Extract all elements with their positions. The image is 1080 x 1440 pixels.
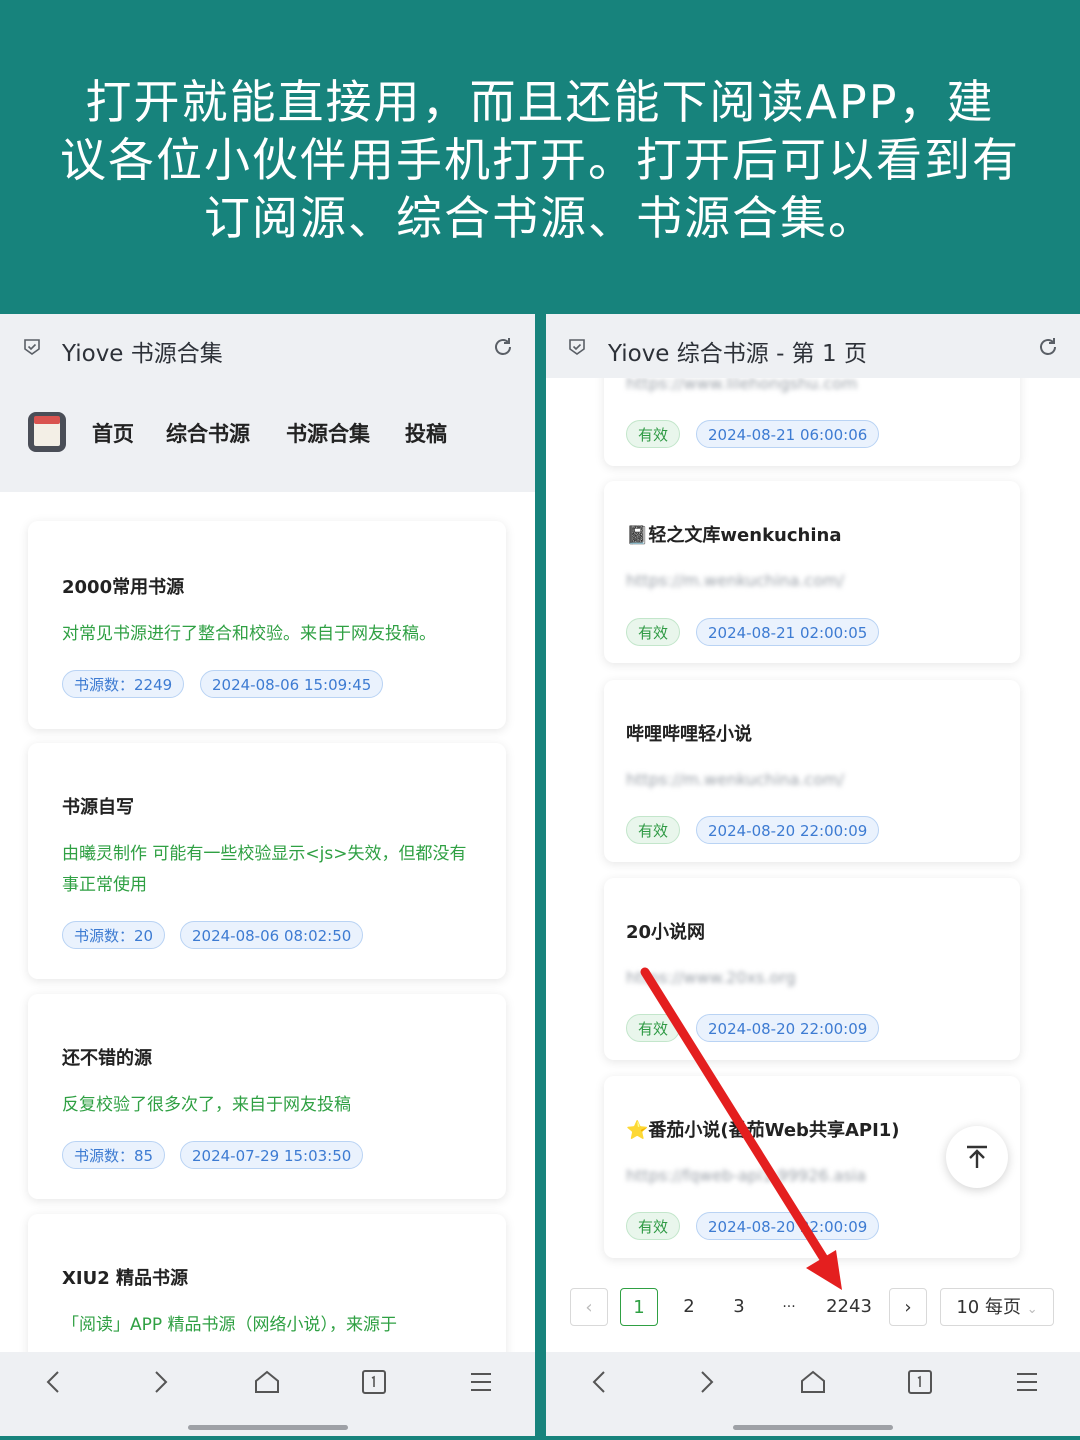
site-logo[interactable] [28, 412, 66, 452]
caption-line-2: 议各位小伙伴用手机打开。打开后可以看到有 [60, 133, 1020, 187]
source-count-badge: 书源数：2249 [62, 670, 185, 698]
page-ellipsis[interactable]: ··· [770, 1288, 808, 1326]
source-card[interactable]: 20小说网 https://www.20xs.org 有效 2024-08-20… [604, 878, 1020, 1060]
source-count-badge: 书源数：85 [62, 1141, 166, 1169]
caption-banner: 打开就能直接用，而且还能下阅读APP，建 议各位小伙伴用手机打开。打开后可以看到… [0, 0, 1080, 314]
right-screenshot: Yiove 综合书源 - 第 1 页 https://www.lilehongs… [546, 314, 1080, 1436]
card-description: 反复校验了很多次了，来自于网友投稿 [62, 1095, 351, 1115]
card-title: 2000常用书源 [62, 577, 185, 598]
collection-card[interactable]: 还不错的源 反复校验了很多次了，来自于网友投稿 书源数：85 2024-07-2… [28, 994, 506, 1199]
date-badge: 2024-08-21 06:00:06 [696, 420, 880, 448]
page-size-label: 10 每页 [956, 1297, 1021, 1318]
status-badge: 有效 [626, 618, 681, 646]
refresh-icon[interactable] [1036, 335, 1060, 359]
menu-icon[interactable] [467, 1368, 495, 1396]
next-page-button[interactable]: › [889, 1288, 927, 1326]
date-badge: 2024-08-21 02:00:05 [696, 618, 880, 646]
back-to-top-button[interactable] [946, 1126, 1008, 1188]
caption-line-1: 打开就能直接用，而且还能下阅读APP，建 [85, 75, 995, 129]
collection-card[interactable]: 书源自写 由曦灵制作 可能有一些校验显示<js>失效，但都没有事正常使用 书源数… [28, 743, 506, 979]
last-page-button[interactable]: 2243 [818, 1288, 880, 1326]
page-1-button[interactable]: 1 [620, 1288, 658, 1326]
forward-icon[interactable] [692, 1368, 720, 1396]
source-url: https://m.wenkuchina.com/ [626, 770, 844, 789]
back-icon[interactable] [40, 1368, 68, 1396]
page-title-overlay: Yiove 综合书源 - 第 1 页 [608, 341, 867, 367]
status-badge: 有效 [626, 1212, 681, 1240]
source-card[interactable]: 哔哩哔哩轻小说 https://m.wenkuchina.com/ 有效 202… [604, 680, 1020, 862]
card-description: 对常见书源进行了整合和校验。来自于网友投稿。 [62, 624, 436, 644]
browser-toolbar [546, 1352, 1080, 1436]
prev-page-button[interactable]: ‹ [570, 1288, 608, 1326]
card-description: 由曦灵制作 可能有一些校验显示<js>失效，但都没有事正常使用 [62, 844, 467, 895]
source-title: ⭐番茄小说(番茄Web共享API1) [626, 1120, 900, 1141]
date-badge: 2024-08-20 22:00:09 [696, 816, 880, 844]
browser-toolbar [0, 1352, 535, 1436]
home-icon[interactable] [253, 1368, 281, 1396]
shield-icon [24, 339, 40, 355]
source-title: 哔哩哔哩轻小说 [626, 724, 752, 745]
refresh-icon[interactable] [491, 335, 515, 359]
left-screenshot: Yiove 书源合集 首页 综合书源 书源合集 投稿 2000常用书源 对常见书… [0, 314, 535, 1436]
page-2-button[interactable]: 2 [670, 1288, 708, 1326]
shield-icon [569, 339, 585, 355]
back-icon[interactable] [586, 1368, 614, 1396]
caption-line-3: 订阅源、综合书源、书源合集。 [204, 191, 876, 245]
card-title: 书源自写 [62, 797, 134, 818]
collection-card[interactable]: 2000常用书源 对常见书源进行了整合和校验。来自于网友投稿。 书源数：2249… [28, 521, 506, 729]
bottom-border [0, 1436, 1080, 1440]
tabs-icon[interactable] [360, 1368, 388, 1396]
source-card[interactable]: 📓轻之文库wenkuchina https://m.wenkuchina.com… [604, 481, 1020, 663]
tabs-icon[interactable] [906, 1368, 934, 1396]
nav-home[interactable]: 首页 [92, 418, 134, 448]
browser-header: Yiove 书源合集 首页 综合书源 书源合集 投稿 [0, 314, 535, 492]
card-description: 「阅读」APP 精品书源（网络小说），来源于 [62, 1315, 398, 1335]
date-badge: 2024-08-20 22:00:09 [696, 1212, 880, 1240]
home-indicator [188, 1425, 348, 1430]
chevron-down-icon: ⌄ [1026, 1302, 1038, 1317]
date-badge: 2024-07-29 15:03:50 [180, 1141, 364, 1169]
page-size-select[interactable]: 10 每页 ⌄ [940, 1288, 1054, 1326]
arrow-up-icon [967, 1145, 987, 1168]
nav-submit[interactable]: 投稿 [405, 418, 447, 448]
card-title: XIU2 精品书源 [62, 1268, 188, 1289]
page-3-button[interactable]: 3 [720, 1288, 758, 1326]
status-badge: 有效 [626, 1014, 681, 1042]
source-url: https://www.20xs.org [626, 968, 796, 987]
home-indicator [733, 1425, 893, 1430]
card-title: 还不错的源 [62, 1048, 152, 1069]
nav-collections[interactable]: 书源合集 [286, 418, 370, 448]
date-badge: 2024-08-06 08:02:50 [180, 921, 364, 949]
menu-icon[interactable] [1013, 1368, 1041, 1396]
date-badge: 2024-08-06 15:09:45 [200, 670, 384, 698]
status-badge: 有效 [626, 420, 681, 448]
home-icon[interactable] [799, 1368, 827, 1396]
page-title: Yiove 书源合集 [62, 341, 223, 367]
date-badge: 2024-08-20 22:00:09 [696, 1014, 880, 1042]
status-badge: 有效 [626, 816, 681, 844]
nav-all-sources[interactable]: 综合书源 [166, 418, 250, 448]
source-title: 📓轻之文库wenkuchina [626, 525, 842, 546]
source-url: https://fqweb-api1.99926.asia [626, 1166, 867, 1185]
forward-icon[interactable] [146, 1368, 174, 1396]
source-url: https://m.wenkuchina.com/ [626, 571, 844, 590]
source-title: 20小说网 [626, 922, 706, 943]
source-count-badge: 书源数：20 [62, 921, 166, 949]
